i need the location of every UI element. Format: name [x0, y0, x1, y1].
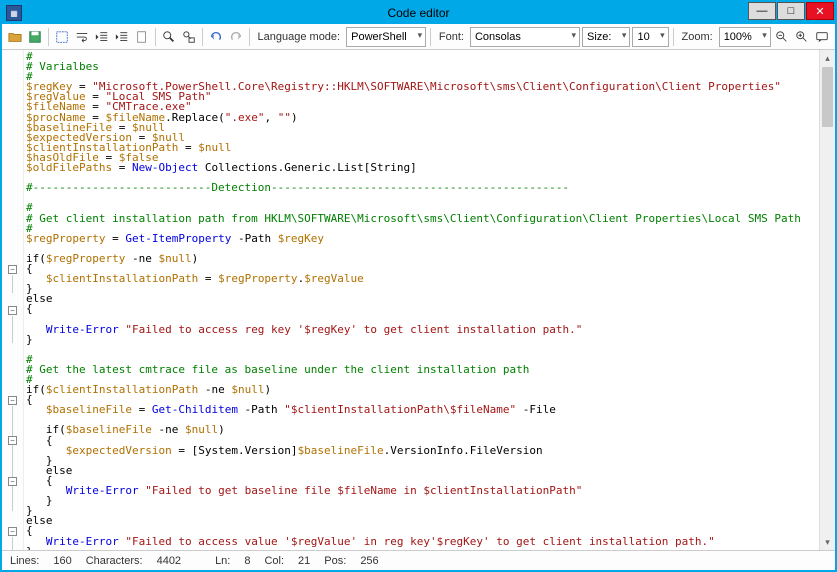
code-line: $baselineFile = Get-Childitem -Path "$cl…	[26, 405, 813, 415]
language-mode-label: Language mode:	[258, 31, 341, 43]
code-line: }	[26, 496, 813, 506]
indent-button[interactable]	[113, 26, 131, 48]
code-line: Write-Error "Failed to access reg key '$…	[26, 325, 813, 335]
code-line: {	[26, 304, 813, 314]
code-line: if($regProperty -ne $null)	[26, 254, 813, 264]
statusbar: Lines: 160 Characters: 4402 Ln: 8 Col: 2…	[2, 550, 835, 570]
size-label-select[interactable]: Size:	[582, 27, 630, 47]
fold-toggle[interactable]: −	[8, 527, 17, 536]
toolbar: Language mode: PowerShell Font: Consolas…	[2, 24, 835, 50]
size-select[interactable]: 10	[632, 27, 668, 47]
code-line: Write-Error "Failed to access value '$re…	[26, 537, 813, 547]
status-ln-label: Ln:	[215, 555, 230, 567]
redo-button[interactable]	[227, 26, 245, 48]
status-chars-label: Characters:	[86, 555, 143, 567]
code-line: else	[26, 294, 813, 304]
titlebar: ▦ Code editor — □ ✕	[2, 2, 835, 24]
status-pos-value: 256	[360, 555, 378, 567]
code-line: }	[26, 456, 813, 466]
code-line: $oldFilePaths = New-Object Collections.G…	[26, 163, 813, 173]
code-line: else	[26, 466, 813, 476]
code-line: else	[26, 516, 813, 526]
code-line: $expectedVersion = [System.Version]$base…	[26, 446, 813, 456]
fold-toggle[interactable]: −	[8, 396, 17, 405]
fold-toggle[interactable]: −	[8, 265, 17, 274]
code-line: # Varialbes	[26, 62, 813, 72]
code-line: $regProperty = Get-ItemProperty -Path $r…	[26, 234, 813, 244]
zoom-in-button[interactable]	[793, 26, 811, 48]
open-button[interactable]	[6, 26, 24, 48]
find-button[interactable]	[160, 26, 178, 48]
code-line: }	[26, 335, 813, 345]
status-ln-value: 8	[244, 555, 250, 567]
vertical-scrollbar[interactable]: ▴ ▾	[819, 50, 835, 550]
font-select[interactable]: Consolas	[470, 27, 580, 47]
code-line: # Get client installation path from HKLM…	[26, 214, 813, 224]
new-button[interactable]	[133, 26, 151, 48]
fold-toggle[interactable]: −	[8, 436, 17, 445]
editor-area: − − − − − − ## Varialbes#$regKey = "Micr…	[2, 50, 835, 550]
code-line: }	[26, 284, 813, 294]
code-line: # Get the latest cmtrace file as baselin…	[26, 365, 813, 375]
status-col-label: Col:	[264, 555, 284, 567]
language-mode-select[interactable]: PowerShell	[346, 27, 426, 47]
status-pos-label: Pos:	[324, 555, 346, 567]
code-line: }	[26, 506, 813, 516]
outdent-button[interactable]	[93, 26, 111, 48]
fold-toggle[interactable]: −	[8, 477, 17, 486]
zoom-out-button[interactable]	[773, 26, 791, 48]
fold-toggle[interactable]: −	[8, 306, 17, 315]
status-lines-value: 160	[53, 555, 71, 567]
code-line: $clientInstallationPath = $regProperty.$…	[26, 274, 813, 284]
save-button[interactable]	[26, 26, 44, 48]
font-label: Font:	[439, 31, 464, 43]
status-col-value: 21	[298, 555, 310, 567]
code-line	[26, 345, 813, 355]
zoom-select[interactable]: 100%	[719, 27, 771, 47]
code-line: if($baselineFile -ne $null)	[26, 425, 813, 435]
replace-button[interactable]	[180, 26, 198, 48]
code-editor[interactable]: ## Varialbes#$regKey = "Microsoft.PowerS…	[24, 50, 819, 550]
window-title: Code editor	[2, 6, 835, 20]
code-line	[26, 193, 813, 203]
zoom-label: Zoom:	[682, 31, 713, 43]
code-line: #	[26, 52, 813, 62]
scroll-up-button[interactable]: ▴	[820, 50, 835, 66]
code-line: Write-Error "Failed to get baseline file…	[26, 486, 813, 496]
code-line: #---------------------------Detection---…	[26, 183, 813, 193]
word-wrap-button[interactable]	[73, 26, 91, 48]
select-all-button[interactable]	[53, 26, 71, 48]
status-chars-value: 4402	[157, 555, 181, 567]
status-lines-label: Lines:	[10, 555, 39, 567]
scroll-down-button[interactable]: ▾	[820, 534, 835, 550]
scroll-thumb[interactable]	[822, 67, 833, 127]
undo-button[interactable]	[207, 26, 225, 48]
comment-button[interactable]	[813, 26, 831, 48]
fold-gutter: − − − − − −	[2, 50, 24, 550]
code-line: if($clientInstallationPath -ne $null)	[26, 385, 813, 395]
